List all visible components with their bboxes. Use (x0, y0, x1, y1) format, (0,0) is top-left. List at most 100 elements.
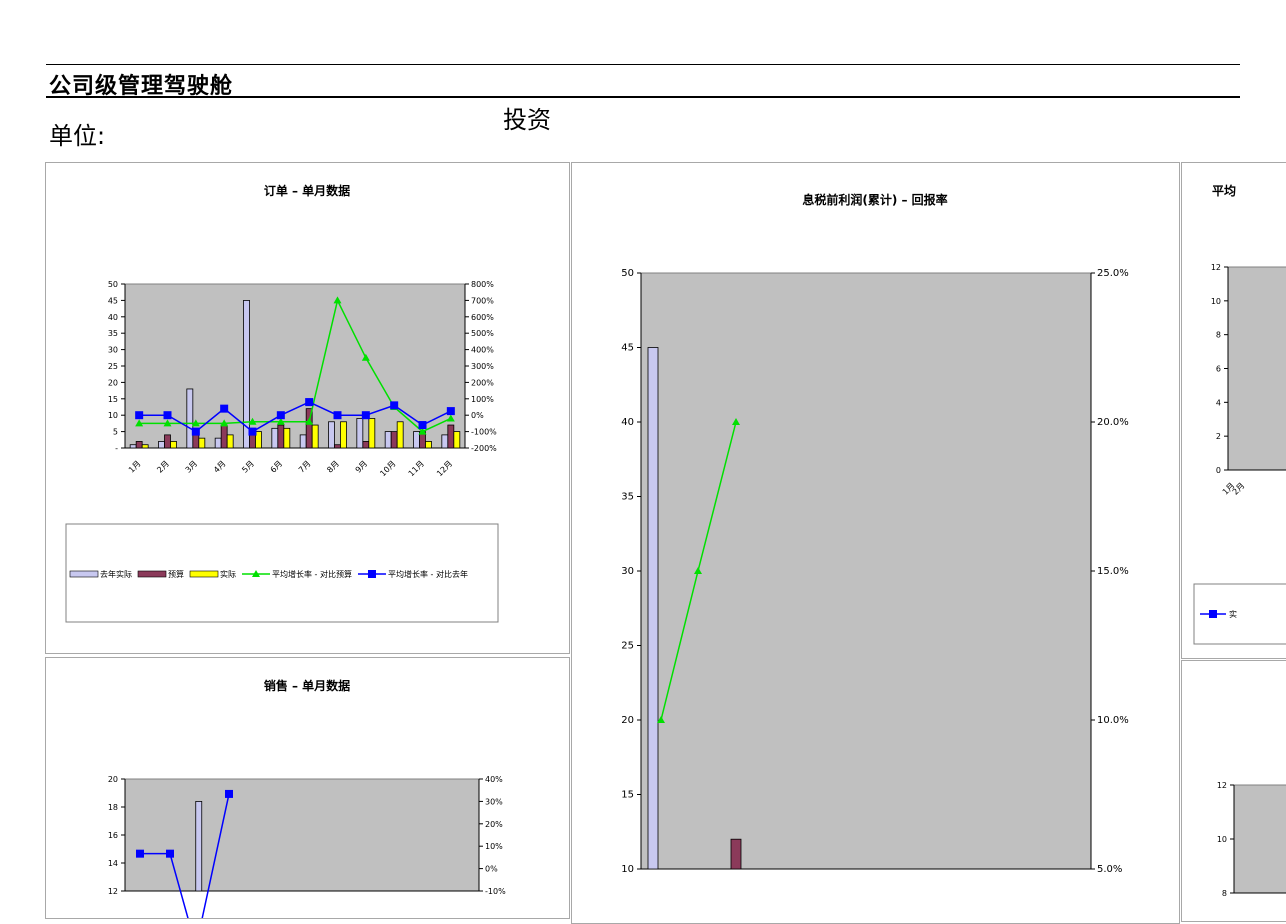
legend-swatch (69, 570, 99, 578)
left-tick-label: 40 (621, 417, 634, 428)
average-chart: 平均0246810121月2月实 (1193, 183, 1286, 645)
right-tick-label: 300% (471, 362, 494, 371)
orders-chart-panel: 订单 – 单月数据 - 5 10 15 20 25 30 35 40 45 50 -200% -100% 0… (45, 162, 570, 654)
left-tick-label: 12 (1217, 781, 1227, 790)
bar-budget (362, 441, 370, 449)
legend-label: 平均增长率 - 对比预算 (272, 569, 352, 579)
legend-label: 平均增长率 - 对比去年 (388, 569, 468, 579)
right-tick-label: 700% (471, 296, 494, 305)
series-marker (390, 401, 399, 410)
right-tick-label: 20% (485, 820, 503, 829)
series-marker (361, 411, 370, 420)
category-label: 11月 (407, 459, 426, 478)
left-tick-label: 20 (108, 775, 118, 784)
left-tick-label: 20 (621, 715, 634, 726)
bar-last-year (413, 431, 420, 449)
left-tick-label: 14 (108, 859, 118, 868)
left-tick-label: 8 (1216, 331, 1221, 340)
bar-budget (447, 424, 455, 449)
left-tick-label: 8 (1222, 889, 1227, 898)
bar-0 (647, 347, 659, 870)
legend-swatch (137, 570, 167, 578)
category-label: 3月 (184, 459, 200, 475)
bar-actual (141, 444, 149, 449)
orders-chart: 订单 – 单月数据 - 5 10 15 20 25 30 35 40 45 50 -200% -100% 0… (65, 183, 499, 623)
right-tick-label: 40% (485, 775, 503, 784)
unit-label: 单位: (49, 122, 106, 150)
left-tick-label: 15 (621, 790, 634, 801)
bar-actual (226, 434, 234, 449)
left-tick-label: 16 (108, 831, 118, 840)
bar-budget (220, 424, 228, 449)
right-tick-label: 15.0% (1097, 566, 1129, 577)
legend-label: 去年实际 (100, 569, 132, 579)
bar-last-year (195, 800, 203, 892)
left-tick-label: 25 (108, 362, 118, 371)
legend-swatch (189, 570, 219, 578)
chart-title: 平均 (1212, 183, 1236, 198)
right-tick-label: -100% (471, 428, 497, 437)
series-marker (166, 849, 174, 858)
title-rule (46, 96, 1240, 98)
ebit-chart: 息税前利润(累计) – 回报率 10 15 20 25 30 35 40 45 50 5.0% 10.… (621, 192, 1129, 875)
right-tick-label: 0% (471, 411, 484, 420)
category-label: 2月 (155, 459, 171, 475)
bar-actual (368, 418, 376, 449)
series-marker (220, 404, 229, 413)
left-tick-label: 15 (108, 395, 118, 404)
right-tick-label: 10% (485, 842, 503, 851)
right-tick-label: -10% (485, 887, 506, 896)
category-label: 4月 (212, 459, 228, 475)
bar-actual (425, 441, 432, 449)
bar-last-year (158, 441, 165, 449)
left-tick-label: 30 (108, 346, 118, 355)
left-tick-label: 30 (621, 566, 634, 577)
left-tick-label: 10 (1211, 297, 1221, 306)
average-chart-panel: 平均 0 2 4 6 8 10 12 1月 2月实 (1181, 162, 1286, 659)
bar-actual (340, 421, 347, 449)
bar-budget (277, 424, 285, 449)
category-label: 9月 (354, 459, 370, 475)
bar-budget (334, 444, 341, 449)
left-tick-label: 10 (108, 411, 118, 420)
bar-last-year (328, 421, 335, 449)
right-lower-chart-panel: 8 10 12 (1181, 660, 1286, 922)
right-tick-label: 5.0% (1097, 864, 1122, 875)
series-marker (418, 421, 427, 430)
bar-last-year (441, 434, 449, 449)
left-tick-label: 18 (108, 803, 118, 812)
plot-area (124, 778, 480, 892)
bar-last-year (384, 431, 392, 449)
left-tick-label: 40 (108, 313, 118, 322)
bar-last-year (129, 444, 137, 449)
bar-actual (311, 424, 319, 449)
left-tick-label: 45 (621, 343, 634, 354)
series-marker (333, 411, 342, 420)
bar-last-year (356, 418, 364, 449)
chart-title: 销售 – 单月数据 (264, 678, 350, 693)
series-marker (248, 427, 257, 436)
left-tick-label: 50 (621, 268, 634, 279)
left-tick-label: 4 (1216, 398, 1221, 407)
ebit-chart-panel: 息税前利润(累计) – 回报率 10 15 20 25 30 35 40 45 50 5.0% 10.… (571, 162, 1180, 924)
chart-title: 息税前利润(累计) – 回报率 (802, 192, 947, 207)
right-tick-label: 100% (471, 395, 494, 404)
left-tick-label: 0 (1216, 466, 1221, 475)
bar-actual (283, 427, 291, 449)
right-tick-label: 800% (471, 280, 494, 289)
category-label: 2月 (1231, 481, 1247, 497)
bar-actual (453, 431, 461, 449)
bar-1 (730, 838, 742, 870)
left-tick-label: 25 (621, 641, 634, 652)
right-tick-label: -200% (471, 444, 497, 453)
bar-actual (198, 437, 206, 449)
category-label: 12月 (435, 459, 454, 478)
right-tick-label: 400% (471, 346, 494, 355)
left-tick-label: 10 (621, 864, 634, 875)
left-tick-label: 35 (108, 329, 118, 338)
legend-label: 实际 (220, 569, 236, 579)
left-tick-label: - (115, 444, 118, 453)
left-tick-label: 35 (621, 492, 634, 503)
right-lower-chart: 8 10 12 (1217, 781, 1286, 898)
plot-area (640, 272, 1092, 870)
